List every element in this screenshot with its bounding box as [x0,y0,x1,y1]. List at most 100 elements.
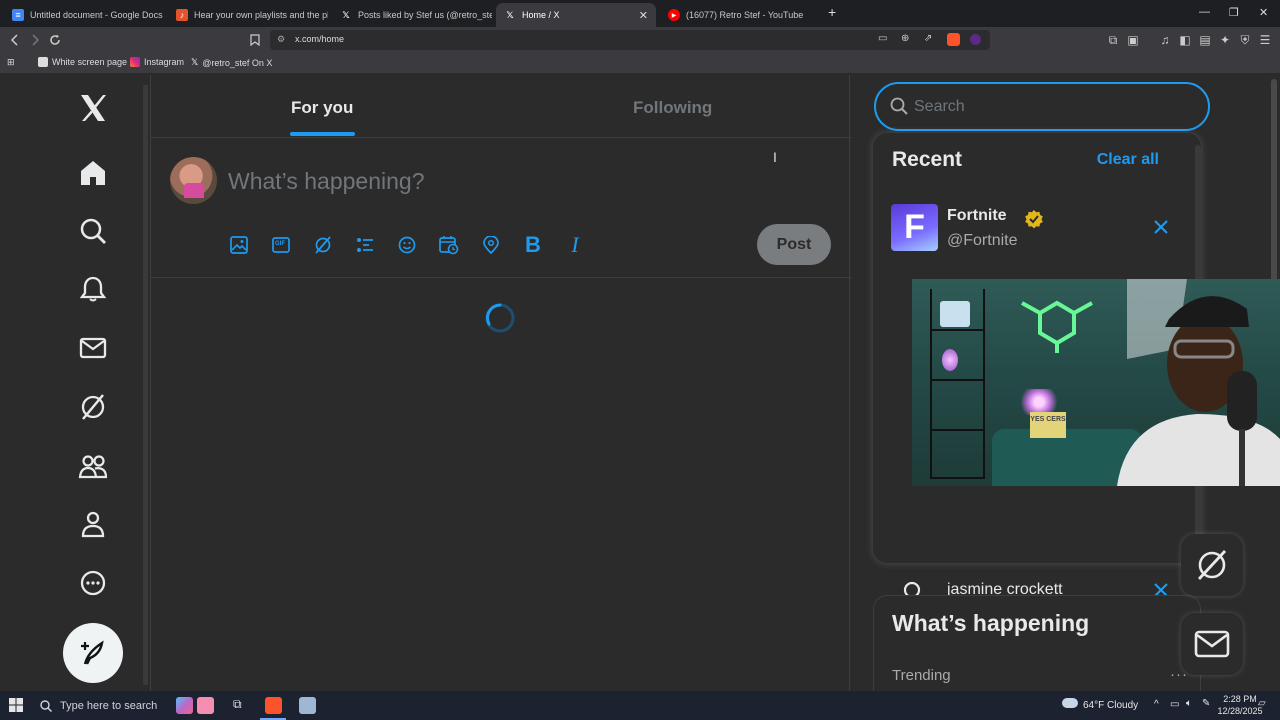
image-icon[interactable] [229,235,249,255]
grok-fab-button[interactable] [1181,534,1243,596]
recent-item-handle: @Fortnite [947,232,1018,249]
extensions-icon[interactable]: ⧉ [1106,33,1120,47]
back-icon[interactable] [8,33,22,47]
search-input[interactable] [914,96,1194,118]
widget-icon[interactable] [176,697,193,714]
bookmark-white-screen[interactable]: White screen page [38,57,127,67]
wallet-icon[interactable]: ▤ [1198,33,1212,47]
windows-start-icon[interactable] [9,698,23,717]
forward-icon[interactable] [28,33,42,47]
clock-time[interactable]: 2:28 PM [1220,694,1260,704]
pen-icon[interactable]: ✎ [1202,698,1210,709]
chevron-up-icon[interactable]: ^ [1154,699,1159,710]
windows-taskbar: Type here to search ⧉ 64°F Cloudy ^ ▭ 🔈︎… [0,691,1280,720]
bookmark-retro-stef[interactable]: 𝕏 @retro_stef On X [191,57,272,68]
app-icon[interactable] [299,697,316,714]
post-button[interactable]: Post [757,224,831,265]
remove-recent-icon[interactable] [1153,219,1169,235]
zoom-icon[interactable]: ⊕ [901,33,909,44]
minimize-icon[interactable]: — [1199,6,1210,18]
address-bar[interactable]: ⚙ x.com/home ▭ ⊕ ⇗ [270,30,990,50]
search-icon [40,699,52,712]
tab-for-you[interactable]: For you [291,98,353,118]
feather-icon [81,640,104,665]
menu-icon[interactable]: ☰ [1258,33,1272,47]
close-tab-icon[interactable]: ✕ [639,9,648,22]
location-icon[interactable] [481,235,501,255]
weather-text[interactable]: 64°F Cloudy [1083,700,1138,711]
schedule-icon[interactable] [439,235,459,255]
reload-icon[interactable] [48,33,62,47]
recent-item-fortnite[interactable]: F Fortnite @Fortnite [891,204,1191,254]
leo-icon[interactable]: ✦ [1218,33,1232,47]
bookmark-label: @retro_stef On X [202,57,273,68]
recent-item-name: Fortnite [947,207,1007,224]
grok-icon[interactable] [313,235,333,255]
url-text[interactable]: x.com/home [295,34,344,44]
tab-youtube[interactable]: ▶ (16077) Retro Stef - YouTube [660,3,820,27]
left-scrollbar[interactable] [143,85,148,685]
instagram-icon [130,57,140,67]
messages-fab-button[interactable] [1181,613,1243,675]
reader-icon[interactable]: ▣ [1126,33,1140,47]
italic-icon[interactable]: I [565,232,585,257]
x-icon: 𝕏 [191,57,199,67]
bookmark-instagram[interactable]: Instagram [130,57,184,67]
notifications-center-icon[interactable]: ▱ [1258,698,1266,709]
sidebar-icon[interactable]: ◧ [1178,33,1192,47]
brave-rewards-icon[interactable] [970,34,981,45]
widget-icon[interactable] [197,697,214,714]
more-icon[interactable] [74,564,112,602]
recent-title: Recent [892,148,963,171]
taskbar-search-placeholder: Type here to search [60,699,158,712]
bold-icon[interactable]: B [523,232,543,257]
compose-post-button[interactable] [63,623,123,683]
window-close-icon[interactable]: ✕ [1259,6,1268,19]
x-home-page: For you Following What’s happening? GIF … [0,75,1280,691]
brave-shields-icon[interactable] [947,33,960,46]
tab-liked-posts[interactable]: 𝕏 Posts liked by Stef us (@retro_stef) / [332,3,492,27]
youtube-icon: ▶ [668,9,680,21]
search-box[interactable] [874,82,1210,131]
new-tab-icon[interactable]: + [828,4,836,20]
media-icon[interactable]: ♫ [1158,33,1172,47]
tab-home-x[interactable]: 𝕏 Home / X ✕ [496,3,656,27]
tab-title: Hear your own playlists and the play [194,10,328,20]
cast-icon[interactable]: ▭ [878,33,887,44]
volume-icon[interactable]: 🔈︎ [1186,698,1192,709]
task-view-icon[interactable]: ⧉ [233,697,242,712]
tab-following[interactable]: Following [633,98,712,118]
emoji-icon[interactable] [397,235,417,255]
poll-icon[interactable] [355,235,375,255]
whats-happening-panel: What’s happening Trending ··· [873,595,1201,691]
cloud-icon [1062,698,1078,708]
maximize-icon[interactable]: ❐ [1229,6,1239,19]
communities-icon[interactable] [74,447,112,485]
tab-title: (16077) Retro Stef - YouTube [686,10,804,20]
share-icon[interactable]: ⇗ [924,33,932,44]
gif-icon[interactable]: GIF [271,235,291,255]
brave-browser-icon[interactable] [265,697,282,714]
clear-all-button[interactable]: Clear all [1097,151,1159,169]
bookmark-label: Instagram [144,57,185,67]
tab-google-docs[interactable]: ≡ Untitled document - Google Docs [4,3,164,27]
vpn-icon[interactable]: ⛨ [1238,33,1252,47]
notifications-icon[interactable] [74,270,112,308]
browser-tab-bar: ≡ Untitled document - Google Docs ♪ Hear… [0,0,1280,27]
bookmark-icon[interactable] [248,33,262,47]
apps-grid-icon[interactable]: ⊞ [7,57,15,68]
profile-icon[interactable] [74,505,112,543]
site-settings-icon[interactable]: ⚙ [277,34,285,45]
divider [151,137,851,138]
network-icon[interactable]: ▭ [1170,699,1179,710]
compose-input[interactable]: What’s happening? [228,168,425,195]
active-tab-indicator [290,132,355,136]
x-logo-icon[interactable] [74,89,112,127]
tab-playlists[interactable]: ♪ Hear your own playlists and the play [168,3,328,27]
grok-icon[interactable] [74,388,112,426]
home-icon[interactable] [74,154,112,192]
messages-icon[interactable] [74,329,112,367]
explore-icon[interactable] [74,212,112,250]
avatar[interactable] [170,157,217,204]
taskbar-search[interactable]: Type here to search [32,691,167,720]
